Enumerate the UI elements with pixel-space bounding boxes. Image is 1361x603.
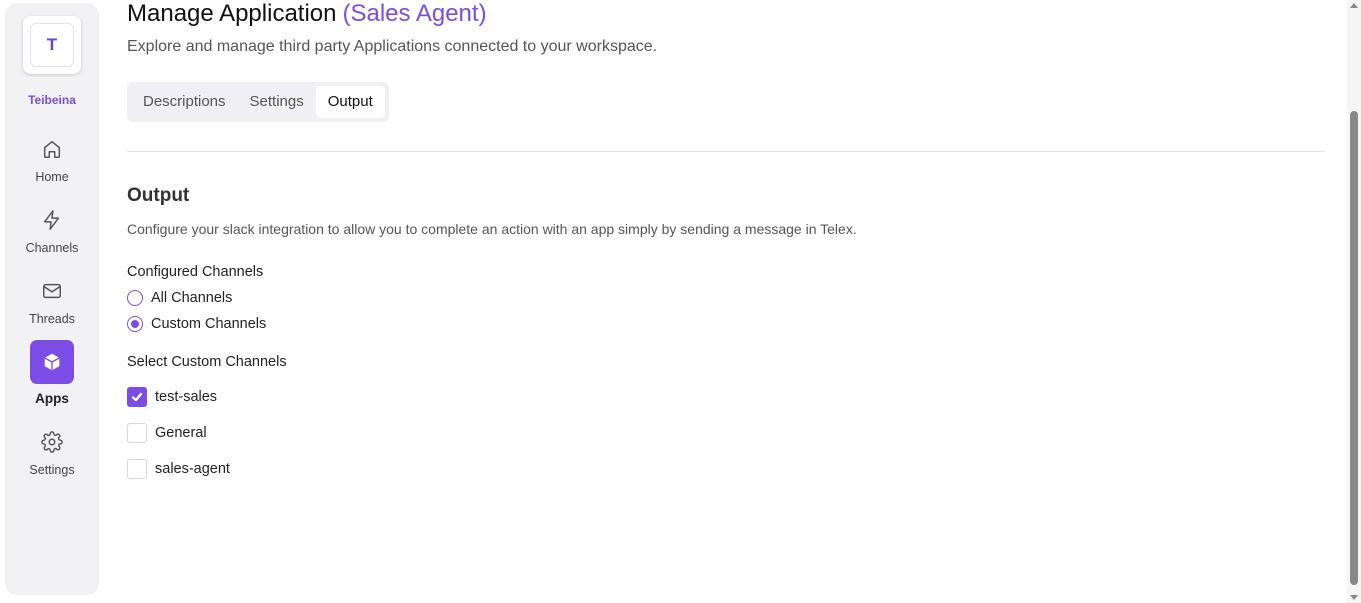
channel-checkbox-list: test-sales General sales-agent (127, 387, 1325, 479)
divider (127, 151, 1325, 152)
scrollbar-thumb[interactable] (1350, 111, 1358, 585)
scroll-up-arrow-icon[interactable] (1350, 3, 1358, 8)
channel-name: sales-agent (155, 461, 230, 477)
sidebar: T Teibeina Home Channels Threads Apps Se… (5, 3, 99, 595)
tab-descriptions[interactable]: Descriptions (131, 86, 238, 118)
tab-bar: Descriptions Settings Output (127, 82, 389, 122)
page-title-text: Manage Application (127, 0, 337, 27)
checkbox[interactable] (127, 459, 147, 479)
page-title: Manage Application (Sales Agent) (127, 0, 1325, 28)
workspace-initial: T (30, 23, 74, 67)
select-custom-channels-label: Select Custom Channels (127, 354, 287, 370)
channel-name: test-sales (155, 389, 218, 405)
tab-settings[interactable]: Settings (238, 86, 316, 118)
channel-checkbox-row[interactable]: General (127, 423, 1325, 443)
section-title: Output (127, 185, 190, 206)
home-icon (40, 137, 64, 161)
sidebar-item-home[interactable]: Home (5, 137, 99, 184)
main-content: Manage Application (Sales Agent) Explore … (127, 0, 1325, 479)
radio-custom-channels[interactable]: Custom Channels (127, 316, 1325, 332)
channel-scope-radio-group: All Channels Custom Channels (127, 290, 1325, 332)
sidebar-item-channels[interactable]: Channels (5, 208, 99, 255)
checkbox[interactable] (127, 387, 147, 407)
channel-checkbox-row[interactable]: test-sales (127, 387, 1325, 407)
sidebar-item-label: Home (35, 170, 69, 184)
radio-all-channels[interactable]: All Channels (127, 290, 1325, 306)
configured-channels-label: Configured Channels (127, 264, 264, 280)
checkbox[interactable] (127, 423, 147, 443)
workspace-name: Teibeina (28, 93, 76, 107)
sidebar-item-threads[interactable]: Threads (5, 279, 99, 326)
radio-button[interactable] (127, 316, 143, 332)
channel-name: General (155, 425, 207, 441)
tab-output[interactable]: Output (315, 86, 385, 118)
sidebar-nav: Home Channels Threads Apps Settings (5, 137, 99, 477)
vertical-scrollbar[interactable] (1347, 0, 1361, 603)
app-name: (Sales Agent) (342, 0, 487, 27)
radio-button[interactable] (127, 290, 143, 306)
workspace-avatar[interactable]: T (23, 16, 81, 74)
page-subtitle: Explore and manage third party Applicati… (127, 38, 658, 55)
sidebar-item-label: Apps (35, 391, 69, 406)
cube-icon (30, 340, 74, 384)
sidebar-item-label: Channels (25, 241, 79, 255)
mail-icon (40, 279, 64, 303)
radio-label: Custom Channels (151, 316, 267, 332)
section-description: Configure your slack integration to allo… (127, 221, 857, 237)
sidebar-item-apps[interactable]: Apps (5, 340, 99, 406)
sidebar-item-label: Settings (29, 463, 75, 477)
check-icon (131, 392, 143, 402)
channel-checkbox-row[interactable]: sales-agent (127, 459, 1325, 479)
scroll-down-arrow-icon[interactable] (1350, 595, 1358, 600)
sidebar-item-settings[interactable]: Settings (5, 430, 99, 477)
sidebar-item-label: Threads (29, 312, 75, 326)
radio-label: All Channels (151, 290, 233, 306)
gear-icon (40, 430, 64, 454)
lightning-icon (40, 208, 64, 232)
